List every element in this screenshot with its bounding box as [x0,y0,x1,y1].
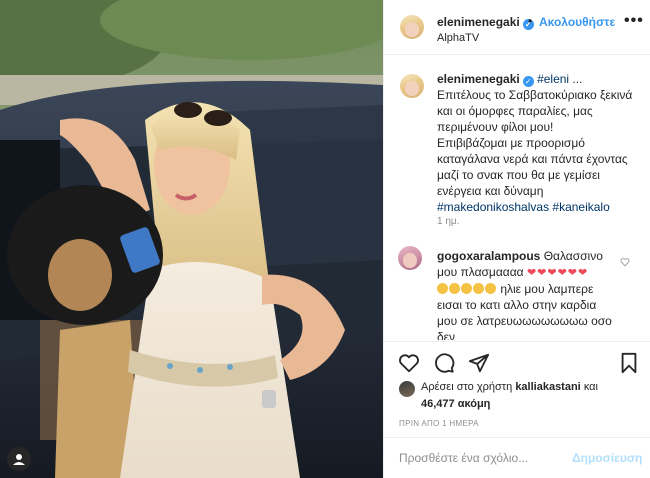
author-username-text[interactable]: elenimenegaki [437,15,520,29]
comment-username[interactable]: gogoxaralampous [437,249,540,263]
likes-count[interactable]: 46,477 ακόμη [421,398,490,410]
author-avatar[interactable] [400,15,424,39]
comment-bubble-icon[interactable] [433,352,455,374]
caption-hashtags[interactable]: #makedonikoshalvas #kaneikalo [437,200,610,214]
save-bookmark-icon[interactable] [618,352,640,374]
comment-item: gogoxaralampous Θαλασσινο μου πλασμαααα … [437,248,617,340]
share-paper-plane-icon[interactable] [468,352,490,374]
follow-button[interactable]: Ακολουθήστε [539,15,615,29]
liked-by-prefix: Αρέσει στο χρήστη [421,381,513,393]
comment-like-heart-icon[interactable] [620,257,630,267]
caption-verified-badge-icon: ✓ [522,76,534,87]
caption-author-avatar[interactable] [400,74,424,98]
comment-hearts: ❤❤❤❤❤❤ [526,267,589,279]
post-comment-button[interactable]: Δημοσίευση [572,451,642,465]
caption-text-2: Επιβιβάζομαι με προορισμό καταγάλανα νερ… [437,136,628,198]
caption-username[interactable]: elenimenegaki [437,72,520,86]
post-header: elenimenegaki ✓ • Ακολουθήστε AlphaTV ••• [384,0,650,55]
liked-by-user[interactable]: kalliakastani [515,381,580,393]
comment-emoji-faces [437,282,497,296]
author-username[interactable]: elenimenegaki ✓ [437,15,534,30]
like-heart-icon[interactable] [398,352,420,374]
liked-by-conj: και [583,381,598,393]
post-photo[interactable] [0,0,383,478]
liked-by-text: Αρέσει στο χρήστη kalliakastani και [421,381,598,393]
photo-illustration [0,0,383,478]
add-comment-input[interactable] [399,451,569,465]
caption-hashtag-eleni[interactable]: #eleni [537,72,569,86]
add-comment-bar: Δημοσίευση [384,437,650,478]
post-actions: Αρέσει στο χρήστη kalliakastani και 46,4… [384,341,650,436]
tagged-user-icon[interactable] [7,447,31,471]
caption-time: 1 ημ. [437,216,460,227]
commenter-avatar[interactable] [398,246,422,270]
post-timestamp[interactable]: ΠΡΙΝ ΑΠΟ 1 ΗΜΕΡΑ [399,419,479,428]
location-link[interactable]: AlphaTV [437,32,479,44]
more-options-button[interactable]: ••• [624,12,644,30]
post-caption: elenimenegaki ✓ #eleni ... Επιτέλους το Σ… [437,71,637,215]
header-separator: • [528,14,533,28]
post-side-panel: elenimenegaki ✓ • Ακολουθήστε AlphaTV •••… [383,0,650,478]
liker-avatar[interactable] [399,381,415,397]
comments-area[interactable]: elenimenegaki ✓ #eleni ... Επιτέλους το Σ… [384,56,650,340]
